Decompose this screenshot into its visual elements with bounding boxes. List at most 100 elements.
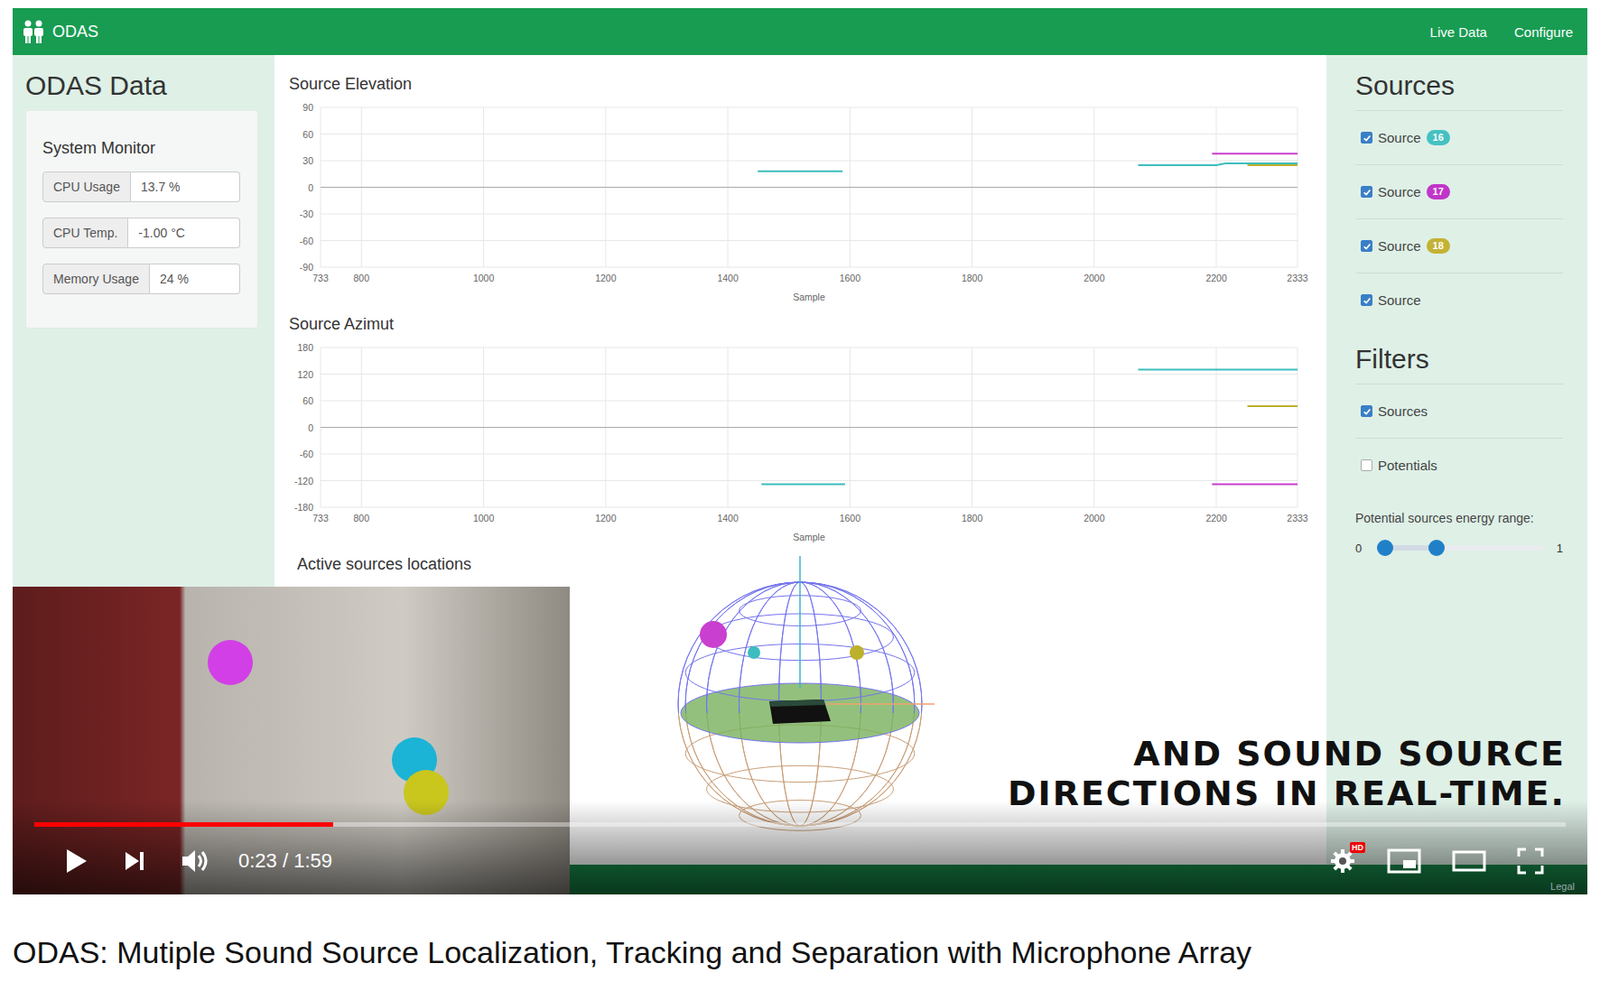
legal-link[interactable]: Legal bbox=[1550, 881, 1575, 893]
slider-track[interactable] bbox=[1376, 545, 1543, 551]
nav: Live Data Configure bbox=[1430, 24, 1573, 40]
monitor-value: 24 % bbox=[149, 263, 241, 295]
source-item[interactable]: Source16 bbox=[1355, 110, 1563, 165]
filter-label: Sources bbox=[1377, 403, 1428, 419]
system-monitor: System MonitorCPU Usage13.7 %CPU Temp.-1… bbox=[25, 110, 259, 329]
play-button[interactable] bbox=[63, 847, 89, 875]
chart-title: Active sources locations bbox=[288, 553, 656, 576]
progress-fill bbox=[34, 822, 334, 828]
checkbox[interactable] bbox=[1360, 186, 1373, 198]
source-item[interactable]: Source18 bbox=[1355, 218, 1563, 273]
video-player[interactable]: ODASLive DataConfigureODAS DataSystem Mo… bbox=[12, 8, 1588, 895]
next-button[interactable] bbox=[122, 849, 147, 874]
x-tick: 1600 bbox=[839, 512, 862, 524]
x-axis-label: Sample bbox=[792, 531, 826, 543]
fullscreen-button[interactable] bbox=[1516, 847, 1545, 875]
theater-button[interactable] bbox=[1451, 849, 1487, 874]
progress-bar[interactable] bbox=[34, 822, 1566, 828]
x-axis-label: Sample bbox=[792, 291, 826, 303]
miniplayer-button[interactable] bbox=[1386, 848, 1422, 875]
x-tick: 1600 bbox=[839, 272, 862, 284]
chart-title: Source Elevation bbox=[288, 73, 1327, 95]
hd-badge: HD bbox=[1349, 842, 1366, 854]
volume-icon bbox=[180, 847, 212, 875]
source-list: Source16Source17Source18Source bbox=[1355, 110, 1563, 327]
monitor-label: CPU Temp. bbox=[42, 217, 129, 249]
grid-line bbox=[320, 427, 1298, 428]
fullscreen-icon bbox=[1516, 847, 1545, 875]
series-line bbox=[1247, 164, 1298, 167]
monitor-value: -1.00 °C bbox=[128, 217, 241, 249]
player-controls: 0:23 / 1:59 HD bbox=[34, 837, 1566, 886]
y-tick: -60 bbox=[299, 235, 314, 247]
filter-list: Sources Potentials bbox=[1355, 383, 1563, 493]
monitor-label: CPU Usage bbox=[42, 171, 131, 203]
x-tick: 2000 bbox=[1083, 512, 1106, 524]
series-line bbox=[761, 483, 846, 485]
series-line bbox=[1211, 483, 1298, 485]
checkbox[interactable] bbox=[1360, 459, 1373, 472]
y-tick: 120 bbox=[297, 369, 314, 381]
range-label: Potential sources energy range: bbox=[1355, 510, 1563, 527]
check-icon bbox=[1362, 187, 1372, 197]
screen: ODASLive DataConfigureODAS DataSystem Mo… bbox=[0, 0, 1600, 982]
slider-handle[interactable] bbox=[1428, 539, 1445, 557]
nav-link[interactable]: Live Data bbox=[1430, 24, 1488, 40]
monitor-label: Memory Usage bbox=[42, 263, 150, 295]
volume-button[interactable] bbox=[180, 847, 212, 875]
next-icon bbox=[122, 849, 147, 874]
nav-link[interactable]: Configure bbox=[1514, 24, 1573, 40]
grid-line bbox=[320, 267, 1298, 269]
source-point bbox=[849, 645, 865, 661]
series bbox=[1247, 164, 1298, 166]
check-icon bbox=[1362, 296, 1372, 306]
time-display: 0:23 / 1:59 bbox=[238, 849, 333, 874]
grid-line bbox=[320, 347, 1298, 349]
series bbox=[761, 370, 1298, 485]
series-line bbox=[757, 170, 843, 173]
x-tick: 733 bbox=[312, 512, 329, 524]
settings-button[interactable]: HD bbox=[1329, 847, 1357, 875]
y-tick: 0 bbox=[307, 422, 314, 434]
source-item[interactable]: Source17 bbox=[1355, 164, 1563, 219]
source-badge: 17 bbox=[1426, 184, 1451, 200]
x-tick: 1400 bbox=[716, 512, 739, 524]
line-chart: 9060300-30-60-90733800100012001400160018… bbox=[288, 97, 1328, 307]
filter-label: Potentials bbox=[1377, 457, 1438, 474]
checkbox[interactable] bbox=[1360, 131, 1373, 144]
y-tick: 90 bbox=[302, 102, 314, 113]
x-tick: 2333 bbox=[1286, 272, 1309, 284]
theater-icon bbox=[1451, 849, 1487, 874]
source-item[interactable]: Source bbox=[1355, 272, 1563, 327]
z-axis bbox=[799, 556, 801, 689]
check-icon bbox=[1362, 241, 1372, 252]
source-point bbox=[747, 646, 761, 660]
monitor-value: 13.7 % bbox=[130, 171, 241, 203]
checkbox[interactable] bbox=[1360, 294, 1373, 307]
people-logo-icon bbox=[21, 18, 46, 45]
grid-line bbox=[320, 373, 1298, 375]
brand[interactable]: ODAS bbox=[21, 18, 99, 45]
checkbox[interactable] bbox=[1360, 405, 1373, 418]
filter-item[interactable]: Sources bbox=[1355, 383, 1563, 438]
filter-item[interactable]: Potentials bbox=[1355, 437, 1563, 493]
x-tick: 733 bbox=[312, 272, 329, 284]
caption-line: AND SOUND SOURCE bbox=[1007, 734, 1566, 774]
brand-name: ODAS bbox=[52, 22, 99, 42]
y-tick: 60 bbox=[302, 395, 314, 407]
caption-line: DIRECTIONS IN REAL-TIME. bbox=[1007, 773, 1566, 814]
grid-line bbox=[320, 213, 1298, 215]
y-tick: 180 bbox=[297, 342, 314, 354]
x-tick: 800 bbox=[353, 512, 371, 524]
x-tick: 2200 bbox=[1205, 512, 1228, 524]
slider-handle[interactable] bbox=[1376, 539, 1394, 557]
checkbox[interactable] bbox=[1360, 240, 1373, 252]
video-title: ODAS: Mutiple Sound Source Localization,… bbox=[12, 934, 1600, 971]
series-line bbox=[1247, 405, 1298, 408]
y-tick: -180 bbox=[294, 502, 314, 513]
y-tick: -120 bbox=[294, 475, 314, 487]
monitor-row: Memory Usage24 % bbox=[42, 263, 241, 295]
x-tick: 1000 bbox=[473, 512, 495, 524]
y-tick: 30 bbox=[302, 155, 314, 167]
range-min: 0 bbox=[1355, 541, 1362, 556]
